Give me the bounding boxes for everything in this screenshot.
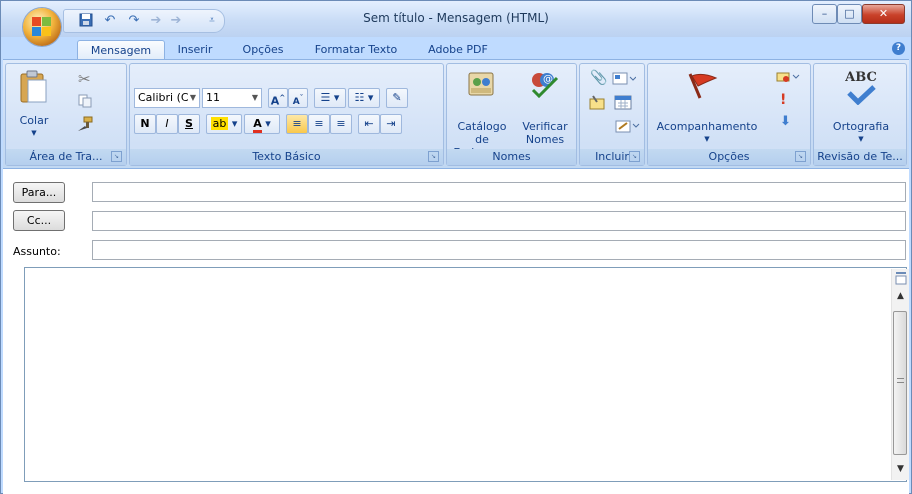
attach-file-icon[interactable]: 📎: [590, 70, 607, 86]
numbering-button[interactable]: ☷ ▾: [348, 88, 380, 108]
window-title: Sem título - Mensagem (HTML): [363, 11, 549, 25]
increase-indent-button[interactable]: ⇥: [380, 114, 402, 134]
align-left-icon: ≡: [292, 117, 302, 130]
low-importance-icon[interactable]: ⬇: [780, 114, 791, 129]
tab-opcoes[interactable]: Opções: [237, 40, 289, 59]
ribbon-tabs: Mensagem Inserir Opções Formatar Texto A…: [1, 37, 911, 60]
paste-button-label[interactable]: Colar: [12, 114, 56, 127]
paste-icon[interactable]: [18, 70, 48, 109]
dialog-launcher-icon[interactable]: ↘: [795, 151, 806, 162]
cut-icon[interactable]: ✂: [78, 70, 91, 88]
to-button[interactable]: Para...: [13, 182, 65, 203]
follow-up-button[interactable]: Acompanhamento: [652, 120, 762, 133]
align-center-button[interactable]: ≡: [308, 114, 330, 134]
shrink-font-button[interactable]: Aˇ: [288, 88, 308, 108]
copy-icon[interactable]: [78, 94, 92, 111]
group-include-label: Incluir ↘: [580, 149, 644, 165]
font-color-icon: A: [253, 117, 262, 133]
group-basic-text: Calibri (C ▼ 11 ▼ A^ Aˇ ☰ ▾ ☷ ▾ ✎ N I S ab…: [129, 63, 444, 166]
group-proofing-label: Revisão de Te...: [814, 149, 906, 165]
address-book-icon[interactable]: [467, 70, 495, 101]
group-proofing: ABC Ortografia ▼ Revisão de Te...: [813, 63, 907, 166]
minimize-button[interactable]: –: [812, 4, 837, 24]
chevron-down-icon: ▼: [189, 93, 196, 102]
spelling-icon[interactable]: ABC: [838, 70, 884, 108]
dialog-launcher-icon[interactable]: ↘: [428, 151, 439, 162]
increase-indent-icon: ⇥: [386, 117, 396, 130]
font-color-button[interactable]: A ▾: [244, 114, 280, 134]
group-options-label: Opções ↘: [648, 149, 810, 165]
message-body[interactable]: [24, 267, 907, 482]
scroll-down-icon[interactable]: ▼: [892, 464, 909, 474]
grow-font-button[interactable]: A^: [268, 88, 288, 108]
office-logo-icon: [32, 17, 52, 37]
maximize-button[interactable]: □: [837, 4, 862, 24]
group-include: 📎 Incluir ↘: [579, 63, 645, 166]
group-basic-text-label: Texto Básico ↘: [130, 149, 443, 165]
font-name-combo[interactable]: Calibri (C ▼: [134, 88, 200, 108]
group-names: @ Catálogo deEndereços VerificarNomes No…: [446, 63, 577, 166]
attach-item-icon[interactable]: [588, 94, 608, 115]
help-icon[interactable]: ?: [892, 42, 905, 55]
subject-label: Assunto:: [13, 245, 61, 258]
signature-icon[interactable]: [614, 118, 640, 137]
bullets-button[interactable]: ☰ ▾: [314, 88, 346, 108]
tab-formatar-texto[interactable]: Formatar Texto: [311, 40, 401, 59]
tab-inserir[interactable]: Inserir: [171, 40, 219, 59]
numbering-icon: ☷ ▾: [354, 91, 374, 104]
bold-button[interactable]: N: [134, 114, 156, 134]
chevron-down-icon: ▼: [251, 93, 258, 102]
ribbon: Colar ▼ ✂ Área de Tra... ↘ Calibri (C ▼ 11…: [3, 59, 909, 169]
font-size-combo[interactable]: 11 ▼: [202, 88, 262, 108]
group-options: Acompanhamento ▼ ! ⬇ Opções ↘: [647, 63, 811, 166]
bullets-icon: ☰ ▾: [320, 91, 340, 104]
business-card-icon[interactable]: [612, 72, 637, 89]
scroll-thumb[interactable]: [893, 311, 907, 455]
ruler-toggle-icon[interactable]: [892, 271, 909, 288]
group-names-label: Nomes: [447, 149, 576, 165]
clear-formatting-icon: ✎: [392, 91, 402, 104]
message-window: ↶ ↷ ➔ ➔ ⩡ Sem título - Mensagem (HTML) –…: [0, 0, 912, 494]
spelling-dropdown-icon[interactable]: ▼: [818, 133, 904, 146]
tab-adobe-pdf[interactable]: Adobe PDF: [423, 40, 493, 59]
high-importance-icon[interactable]: !: [780, 92, 786, 108]
underline-button[interactable]: S: [178, 114, 200, 134]
format-painter-icon[interactable]: [76, 116, 94, 135]
highlight-icon: ab: [210, 117, 229, 130]
clear-formatting-button[interactable]: ✎: [386, 88, 408, 108]
paste-dropdown-icon[interactable]: ▼: [12, 127, 56, 140]
align-right-icon: ≡: [336, 117, 346, 130]
decrease-indent-icon: ⇤: [364, 117, 374, 130]
vertical-scrollbar[interactable]: ▲ ▼: [891, 269, 909, 480]
to-field[interactable]: [92, 182, 906, 202]
dialog-launcher-icon[interactable]: ↘: [111, 151, 122, 162]
tab-mensagem[interactable]: Mensagem: [77, 40, 165, 60]
highlight-button[interactable]: ab ▾: [206, 114, 242, 134]
dialog-launcher-icon[interactable]: ↘: [629, 151, 640, 162]
close-button[interactable]: ✕: [862, 4, 905, 24]
italic-button[interactable]: I: [156, 114, 178, 134]
align-right-button[interactable]: ≡: [330, 114, 352, 134]
follow-up-flag-icon[interactable]: [686, 70, 720, 105]
spelling-button[interactable]: Ortografia: [818, 120, 904, 133]
scroll-up-icon[interactable]: ▲: [892, 291, 909, 301]
cc-button[interactable]: Cc...: [13, 210, 65, 231]
subject-field[interactable]: [92, 240, 906, 260]
follow-up-dropdown-icon[interactable]: ▼: [652, 133, 762, 146]
check-names-button[interactable]: Verificar Nomes: [517, 120, 573, 146]
check-names-icon[interactable]: @: [527, 68, 561, 101]
permission-icon[interactable]: [776, 70, 800, 87]
decrease-indent-button[interactable]: ⇤: [358, 114, 380, 134]
title-bar: ↶ ↷ ➔ ➔ ⩡ Sem título - Mensagem (HTML) –…: [1, 1, 911, 37]
office-button[interactable]: [23, 8, 61, 46]
cc-field[interactable]: [92, 211, 906, 231]
align-center-icon: ≡: [314, 117, 324, 130]
calendar-icon[interactable]: [614, 94, 632, 113]
group-clipboard: Colar ▼ ✂ Área de Tra... ↘: [5, 63, 127, 166]
group-clipboard-label: Área de Tra... ↘: [6, 149, 126, 165]
align-left-button[interactable]: ≡: [286, 114, 308, 134]
